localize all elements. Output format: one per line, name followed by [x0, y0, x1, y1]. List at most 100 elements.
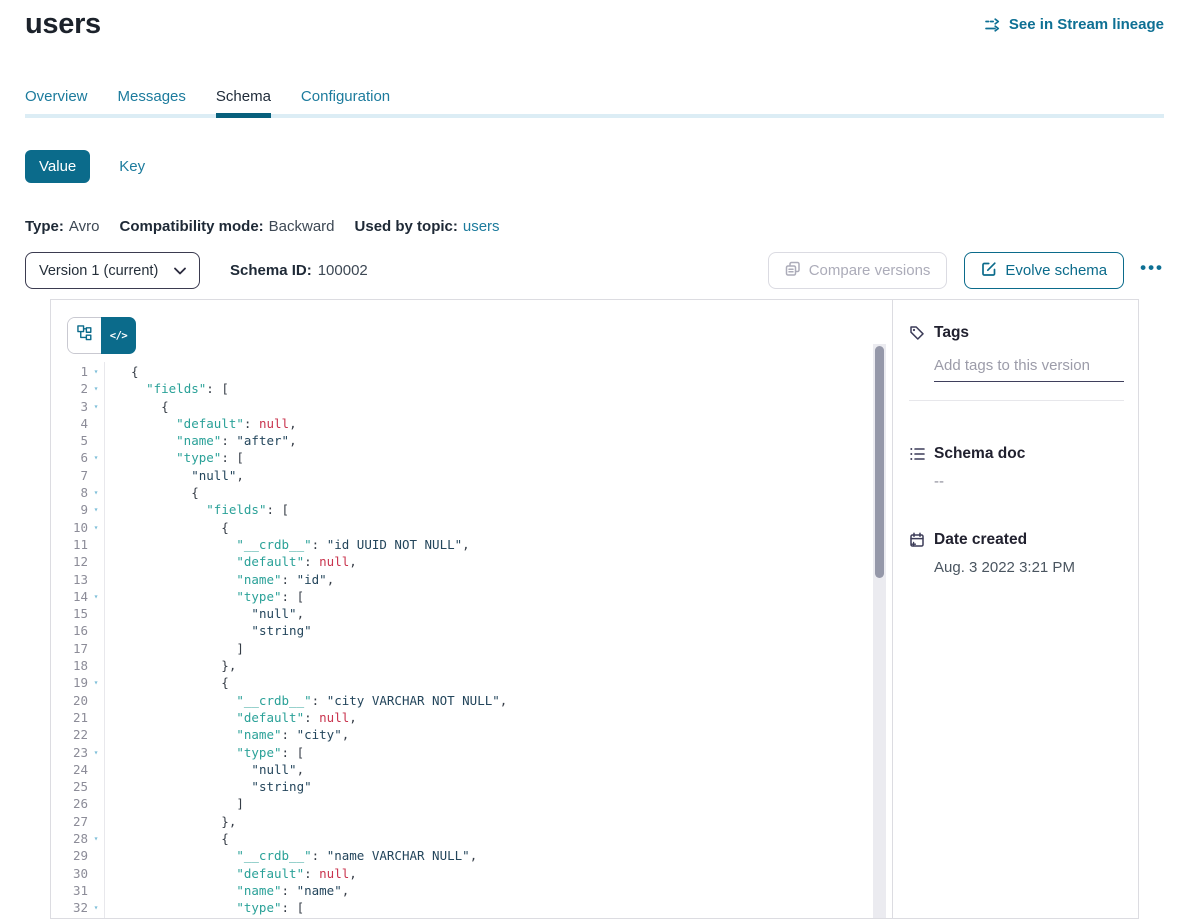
code-text: "string" — [104, 622, 312, 639]
line-number: 23 — [51, 744, 88, 761]
code-text: }, — [104, 657, 236, 674]
code-line: 23▾ "type": [ — [51, 744, 892, 761]
line-number: 27 — [51, 813, 88, 830]
tab-configuration[interactable]: Configuration — [301, 88, 390, 105]
tab-underline-track — [25, 114, 1164, 118]
tab-messages[interactable]: Messages — [118, 88, 186, 105]
line-number: 9 — [51, 501, 88, 518]
code-text: { — [104, 674, 229, 691]
tab-overview[interactable]: Overview — [25, 88, 88, 105]
fold-toggle-icon[interactable]: ▾ — [88, 588, 104, 605]
code-text: "string" — [104, 778, 312, 795]
editor-scrollbar-thumb[interactable] — [875, 346, 884, 578]
fold-toggle-icon[interactable]: ▾ — [88, 830, 104, 847]
tags-input[interactable] — [934, 357, 1124, 374]
fold-spacer — [88, 795, 104, 812]
fold-toggle-icon[interactable]: ▾ — [88, 484, 104, 501]
code-text: "name": "after", — [104, 432, 297, 449]
fold-toggle-icon[interactable]: ▾ — [88, 363, 104, 380]
date-created-heading: Date created — [909, 531, 1124, 549]
code-text: "type": [ — [104, 899, 304, 916]
fold-spacer — [88, 622, 104, 639]
fold-toggle-icon[interactable]: ▾ — [88, 380, 104, 397]
type-value: Avro — [69, 218, 100, 235]
code-text: "type": [ — [104, 744, 304, 761]
fold-toggle-icon[interactable]: ▾ — [88, 674, 104, 691]
meta-used-by-topic: Used by topic: users — [355, 218, 500, 235]
code-line: 24 "null", — [51, 761, 892, 778]
fold-toggle-icon[interactable]: ▾ — [88, 449, 104, 466]
code-view-button[interactable]: </> — [101, 317, 136, 354]
value-toggle-button[interactable]: Value — [25, 150, 90, 183]
evolve-schema-button[interactable]: Evolve schema — [964, 252, 1124, 289]
line-number: 14 — [51, 588, 88, 605]
used-by-topic-label: Used by topic: — [355, 218, 458, 235]
code-text: ] — [104, 795, 244, 812]
line-number: 5 — [51, 432, 88, 449]
schema-doc-value: -- — [934, 473, 1124, 490]
line-number: 21 — [51, 709, 88, 726]
fold-toggle-icon[interactable]: ▾ — [88, 744, 104, 761]
schema-code-editor[interactable]: </> 1▾{2▾ "fields": [3▾ {4 "default": nu… — [51, 300, 892, 918]
schema-id-value: 100002 — [318, 262, 368, 279]
schema-part-toggle: Value Key — [25, 150, 1164, 183]
line-number: 26 — [51, 795, 88, 812]
more-options-button[interactable]: ••• — [1140, 259, 1164, 282]
code-text: { — [104, 363, 139, 380]
compatibility-value: Backward — [269, 218, 335, 235]
version-select[interactable]: Version 1 (current) — [25, 252, 200, 289]
code-text: "null", — [104, 605, 304, 622]
stream-lineage-link[interactable]: See in Stream lineage — [985, 16, 1164, 33]
chevron-down-icon — [174, 263, 186, 279]
fold-spacer — [88, 813, 104, 830]
code-line: 27 }, — [51, 813, 892, 830]
code-line: 6▾ "type": [ — [51, 449, 892, 466]
code-text: "fields": [ — [104, 380, 229, 397]
line-number: 17 — [51, 640, 88, 657]
code-text: { — [104, 484, 199, 501]
key-toggle-link[interactable]: Key — [119, 158, 145, 175]
code-line: 15 "null", — [51, 605, 892, 622]
fold-spacer — [88, 726, 104, 743]
fold-toggle-icon[interactable]: ▾ — [88, 899, 104, 916]
tab-schema[interactable]: Schema — [216, 88, 271, 105]
line-number: 4 — [51, 415, 88, 432]
tag-icon — [909, 325, 925, 341]
code-line: 11 "__crdb__": "id UUID NOT NULL", — [51, 536, 892, 553]
line-number: 28 — [51, 830, 88, 847]
fold-spacer — [88, 692, 104, 709]
code-line: 8▾ { — [51, 484, 892, 501]
fold-spacer — [88, 432, 104, 449]
line-number: 19 — [51, 674, 88, 691]
code-text: { — [104, 830, 229, 847]
code-line: 9▾ "fields": [ — [51, 501, 892, 518]
line-number: 20 — [51, 692, 88, 709]
line-number: 18 — [51, 657, 88, 674]
edit-icon — [981, 261, 997, 281]
compare-versions-button[interactable]: Compare versions — [768, 252, 948, 289]
topic-link[interactable]: users — [463, 218, 500, 235]
fold-toggle-icon[interactable]: ▾ — [88, 501, 104, 518]
code-line: 3▾ { — [51, 398, 892, 415]
type-label: Type: — [25, 218, 64, 235]
line-number: 1 — [51, 363, 88, 380]
line-number: 15 — [51, 605, 88, 622]
code-line: 19▾ { — [51, 674, 892, 691]
fold-spacer — [88, 865, 104, 882]
code-line: 12 "default": null, — [51, 553, 892, 570]
code-line: 20 "__crdb__": "city VARCHAR NOT NULL", — [51, 692, 892, 709]
code-line: 17 ] — [51, 640, 892, 657]
schema-doc-heading: Schema doc — [909, 445, 1124, 463]
code-text: "type": [ — [104, 588, 304, 605]
code-line: 22 "name": "city", — [51, 726, 892, 743]
line-number: 12 — [51, 553, 88, 570]
code-line: 2▾ "fields": [ — [51, 380, 892, 397]
code-text: "name": "city", — [104, 726, 349, 743]
line-number: 8 — [51, 484, 88, 501]
fold-toggle-icon[interactable]: ▾ — [88, 519, 104, 536]
tree-view-button[interactable] — [68, 318, 101, 353]
fold-toggle-icon[interactable]: ▾ — [88, 398, 104, 415]
line-number: 3 — [51, 398, 88, 415]
date-created-title: Date created — [934, 531, 1027, 549]
line-number: 10 — [51, 519, 88, 536]
